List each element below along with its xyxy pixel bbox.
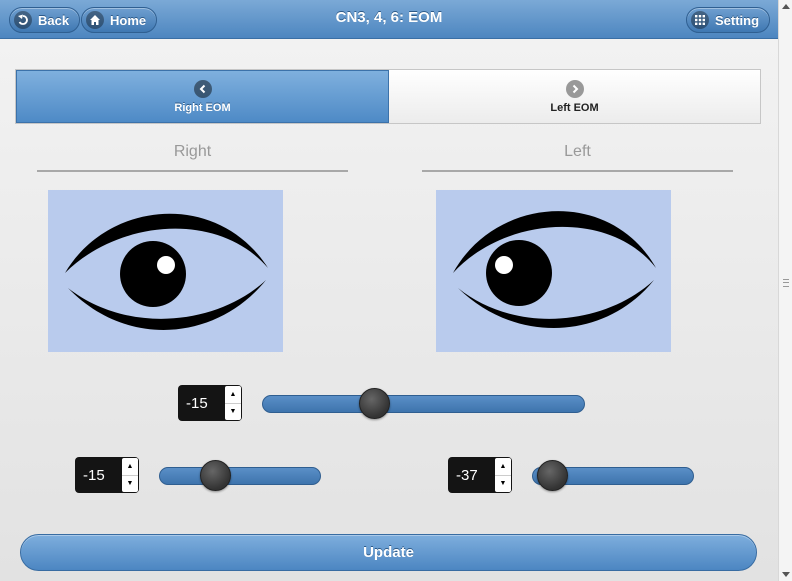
left-horizontal-stepper[interactable]: -37 ▲ ▼ [448,457,512,493]
vertical-value[interactable]: -15 [178,395,225,412]
right-eye-image [48,190,283,352]
right-horizontal-slider-thumb[interactable] [200,460,231,491]
update-button[interactable]: Update [20,534,757,571]
vertical-stepper[interactable]: -15 ▲ ▼ [178,385,242,421]
tab-right-eom-label: Right EOM [174,101,231,114]
header-bar: Back Home CN3, 4, 6: EOM Setting [0,0,778,39]
vertical-scrollbar[interactable] [778,0,792,581]
right-eye-heading: Right [37,143,348,172]
chevron-right-icon [565,79,584,98]
setting-button[interactable]: Setting [686,7,771,33]
right-horizontal-slider-track[interactable] [159,467,321,485]
scroll-up-icon[interactable] [782,4,790,9]
left-horizontal-value[interactable]: -37 [448,467,495,484]
scroll-down-icon[interactable] [782,572,790,577]
scroll-grip-icon[interactable] [783,279,789,287]
left-eye-image [436,190,671,352]
left-eye-icon [453,211,656,329]
tab-left-eom[interactable]: Left EOM [389,70,760,123]
vertical-slider-track[interactable] [262,395,585,413]
stepper-down-icon[interactable]: ▼ [122,476,138,493]
right-horizontal-stepper[interactable]: -15 ▲ ▼ [75,457,139,493]
stepper-up-icon[interactable]: ▲ [495,458,511,476]
left-eye-heading: Left [422,143,733,172]
stepper-up-icon[interactable]: ▲ [122,458,138,476]
grid-icon [691,11,709,29]
right-eye-icon [65,213,268,330]
stepper-down-icon[interactable]: ▼ [225,404,241,421]
setting-button-label: Setting [715,12,760,28]
chevron-left-icon [193,79,212,98]
stepper-down-icon[interactable]: ▼ [495,476,511,493]
tab-right-eom[interactable]: Right EOM [16,70,389,123]
eom-tabs: Right EOM Left EOM [15,69,761,124]
stepper-up-icon[interactable]: ▲ [225,386,241,404]
tab-left-eom-label: Left EOM [550,101,599,114]
vertical-slider-thumb[interactable] [359,388,390,419]
left-horizontal-slider-thumb[interactable] [537,460,568,491]
page-title: CN3, 4, 6: EOM [335,9,443,26]
right-horizontal-value[interactable]: -15 [75,467,122,484]
